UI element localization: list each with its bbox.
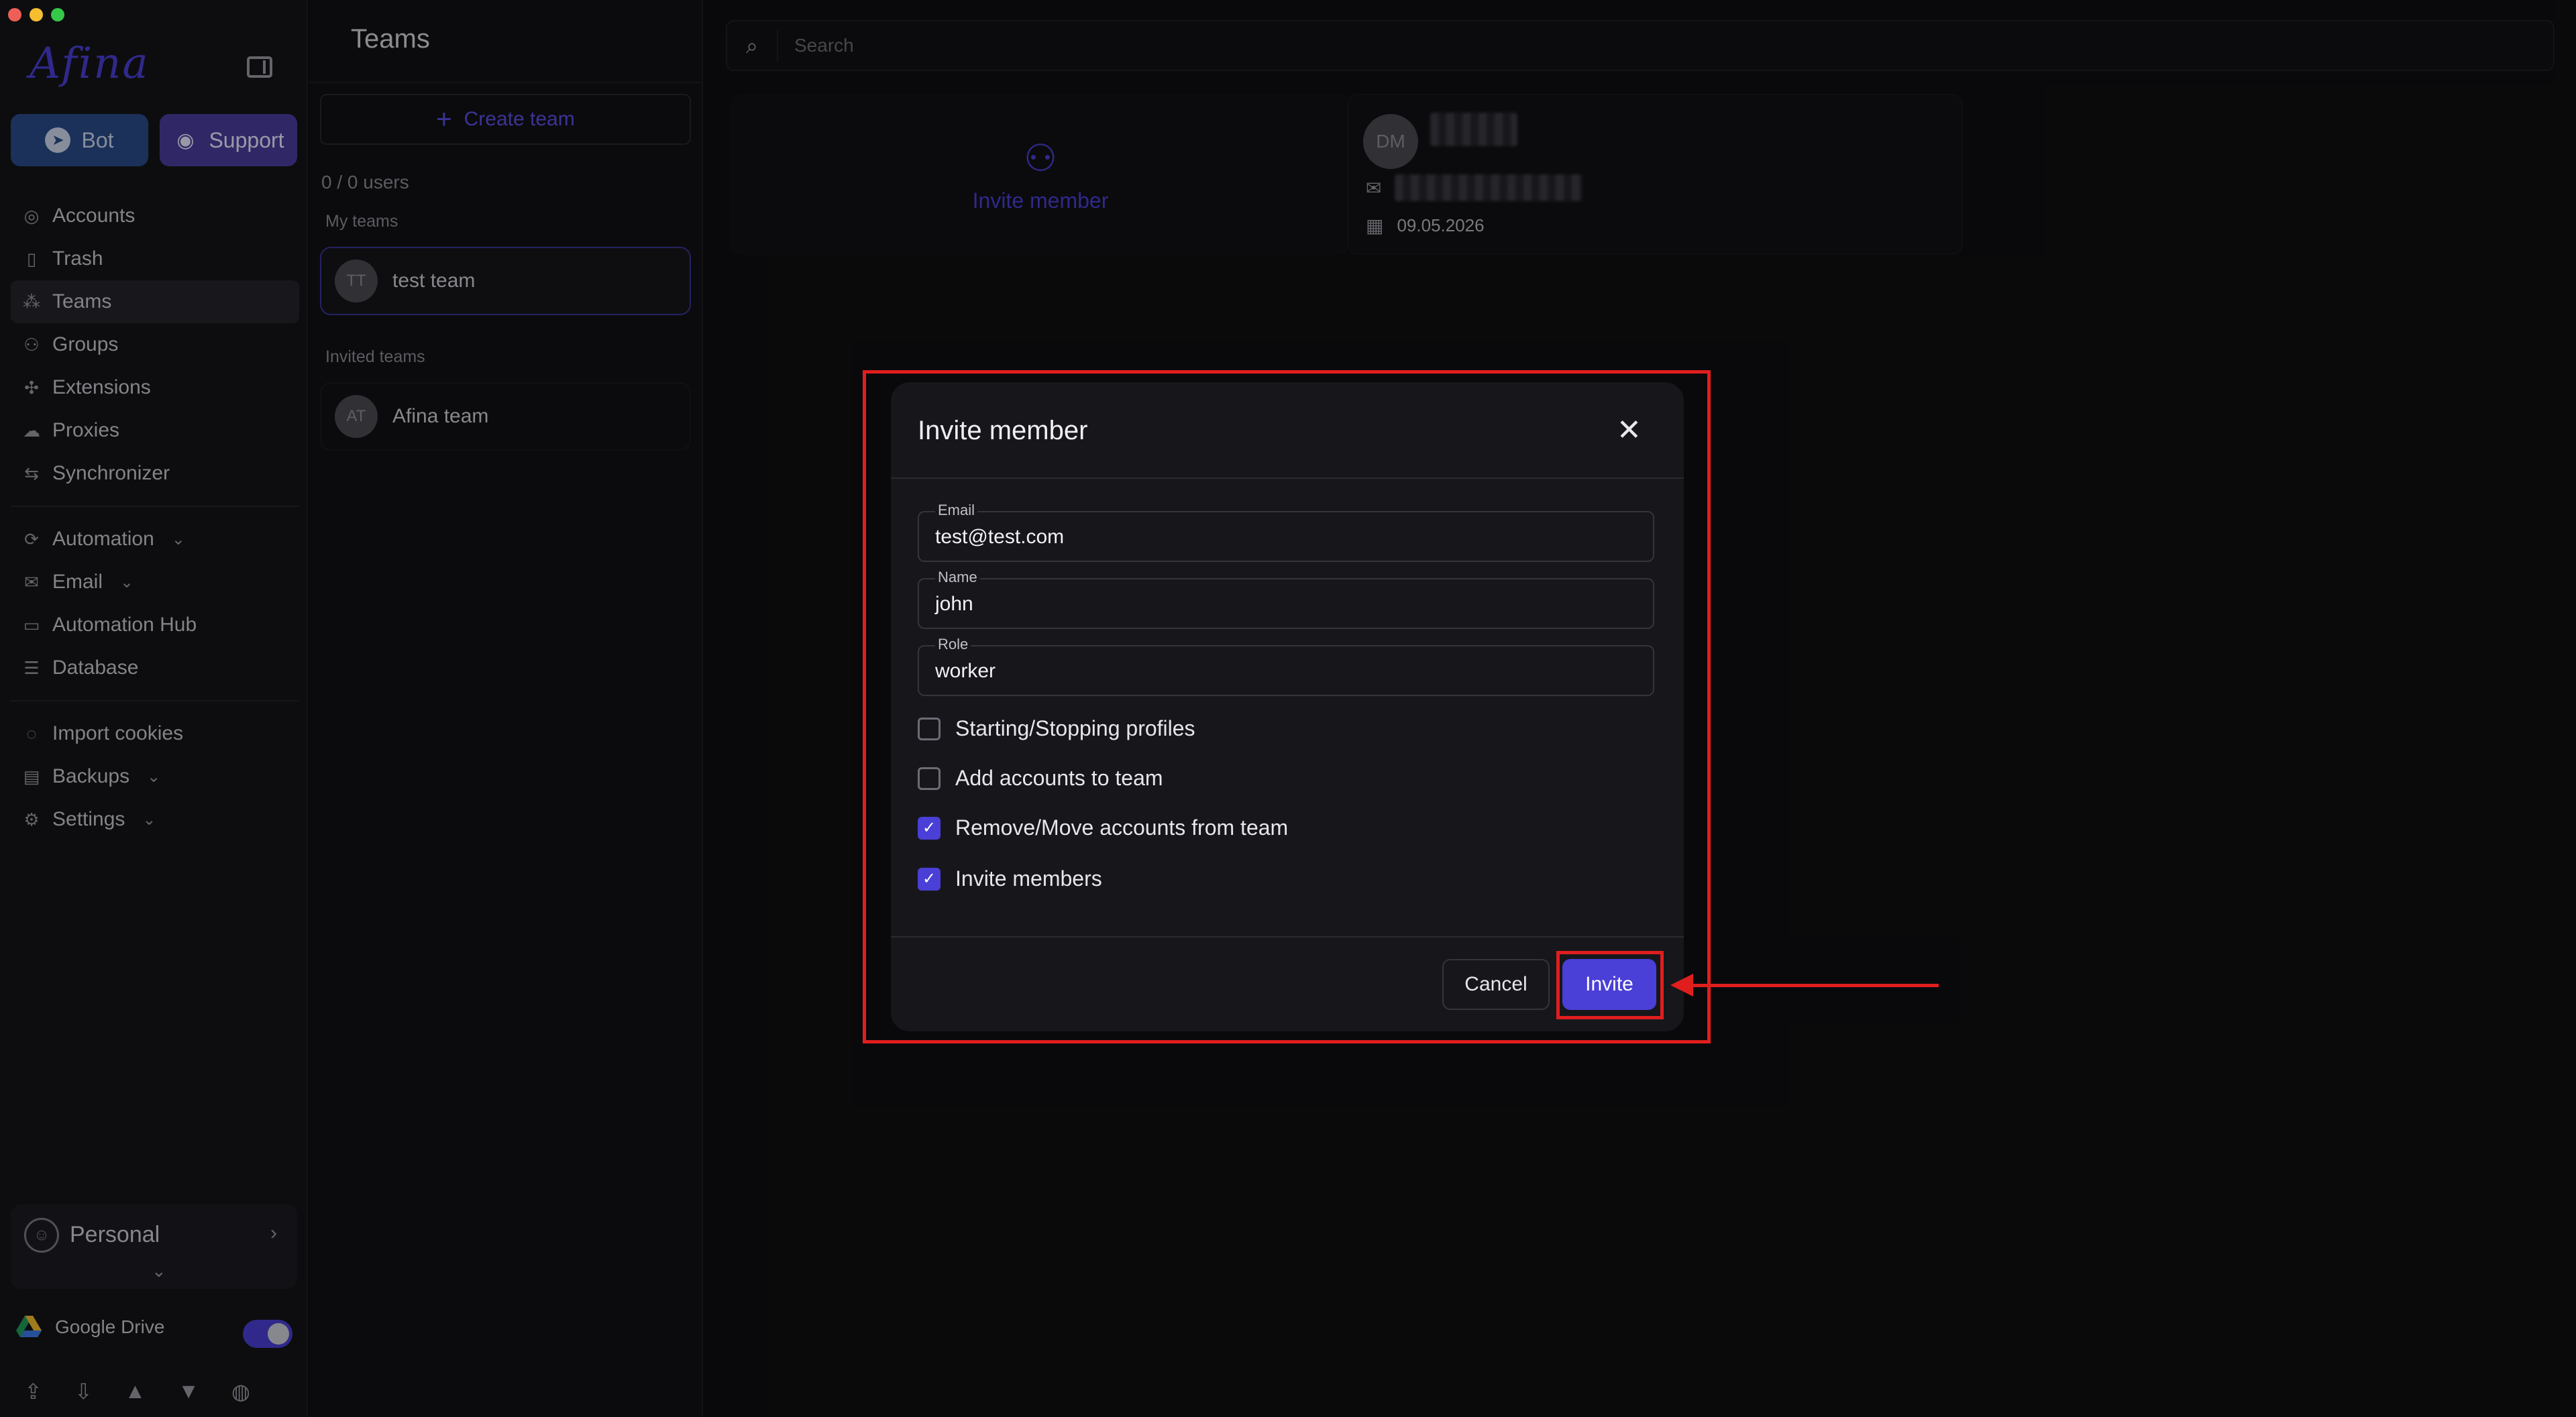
maximize-window-button[interactable]	[51, 8, 64, 21]
permission-label: Invite members	[955, 866, 1102, 891]
permission-add-accounts[interactable]: Add accounts to team	[918, 766, 1163, 791]
permission-remove-move-accounts[interactable]: ✓ Remove/Move accounts from team	[918, 815, 1288, 840]
email-field-label: Email	[935, 502, 978, 519]
dialog-divider	[891, 936, 1684, 938]
name-field[interactable]: Name john	[918, 569, 1654, 629]
checkbox[interactable]	[918, 717, 941, 740]
dialog-divider	[891, 477, 1684, 479]
window-controls	[8, 8, 64, 21]
name-field-value: john	[935, 593, 973, 615]
close-icon[interactable]: ✕	[1617, 416, 1642, 445]
minimize-window-button[interactable]	[30, 8, 43, 21]
annotation-arrow	[1690, 984, 1939, 987]
role-field-value: worker	[935, 660, 996, 682]
checkbox[interactable]	[918, 767, 941, 790]
permission-invite-members[interactable]: ✓ Invite members	[918, 866, 1102, 891]
permission-starting-stopping-profiles[interactable]: Starting/Stopping profiles	[918, 716, 1195, 741]
annotation-arrow-head	[1670, 974, 1693, 997]
cancel-button[interactable]: Cancel	[1442, 959, 1550, 1010]
email-field[interactable]: Email test@test.com	[918, 502, 1654, 562]
role-field-label: Role	[935, 636, 971, 653]
checkbox-checked[interactable]: ✓	[918, 867, 941, 891]
invite-member-dialog: Invite member ✕ Email test@test.com Name…	[891, 382, 1684, 1031]
close-window-button[interactable]	[8, 8, 21, 21]
app-window: Afina ➤ Bot ◉ Support ◎ Accounts ▯ Trash ⁂…	[0, 0, 2576, 1417]
permission-label: Starting/Stopping profiles	[955, 716, 1195, 740]
permission-label: Add accounts to team	[955, 766, 1163, 790]
role-field[interactable]: Role worker	[918, 636, 1654, 696]
email-field-value: test@test.com	[935, 526, 1065, 548]
name-field-label: Name	[935, 569, 980, 586]
permission-label: Remove/Move accounts from team	[955, 815, 1289, 840]
annotation-highlight-invite	[1556, 951, 1664, 1019]
checkbox-checked[interactable]: ✓	[918, 816, 941, 840]
dialog-title: Invite member	[918, 416, 1088, 445]
